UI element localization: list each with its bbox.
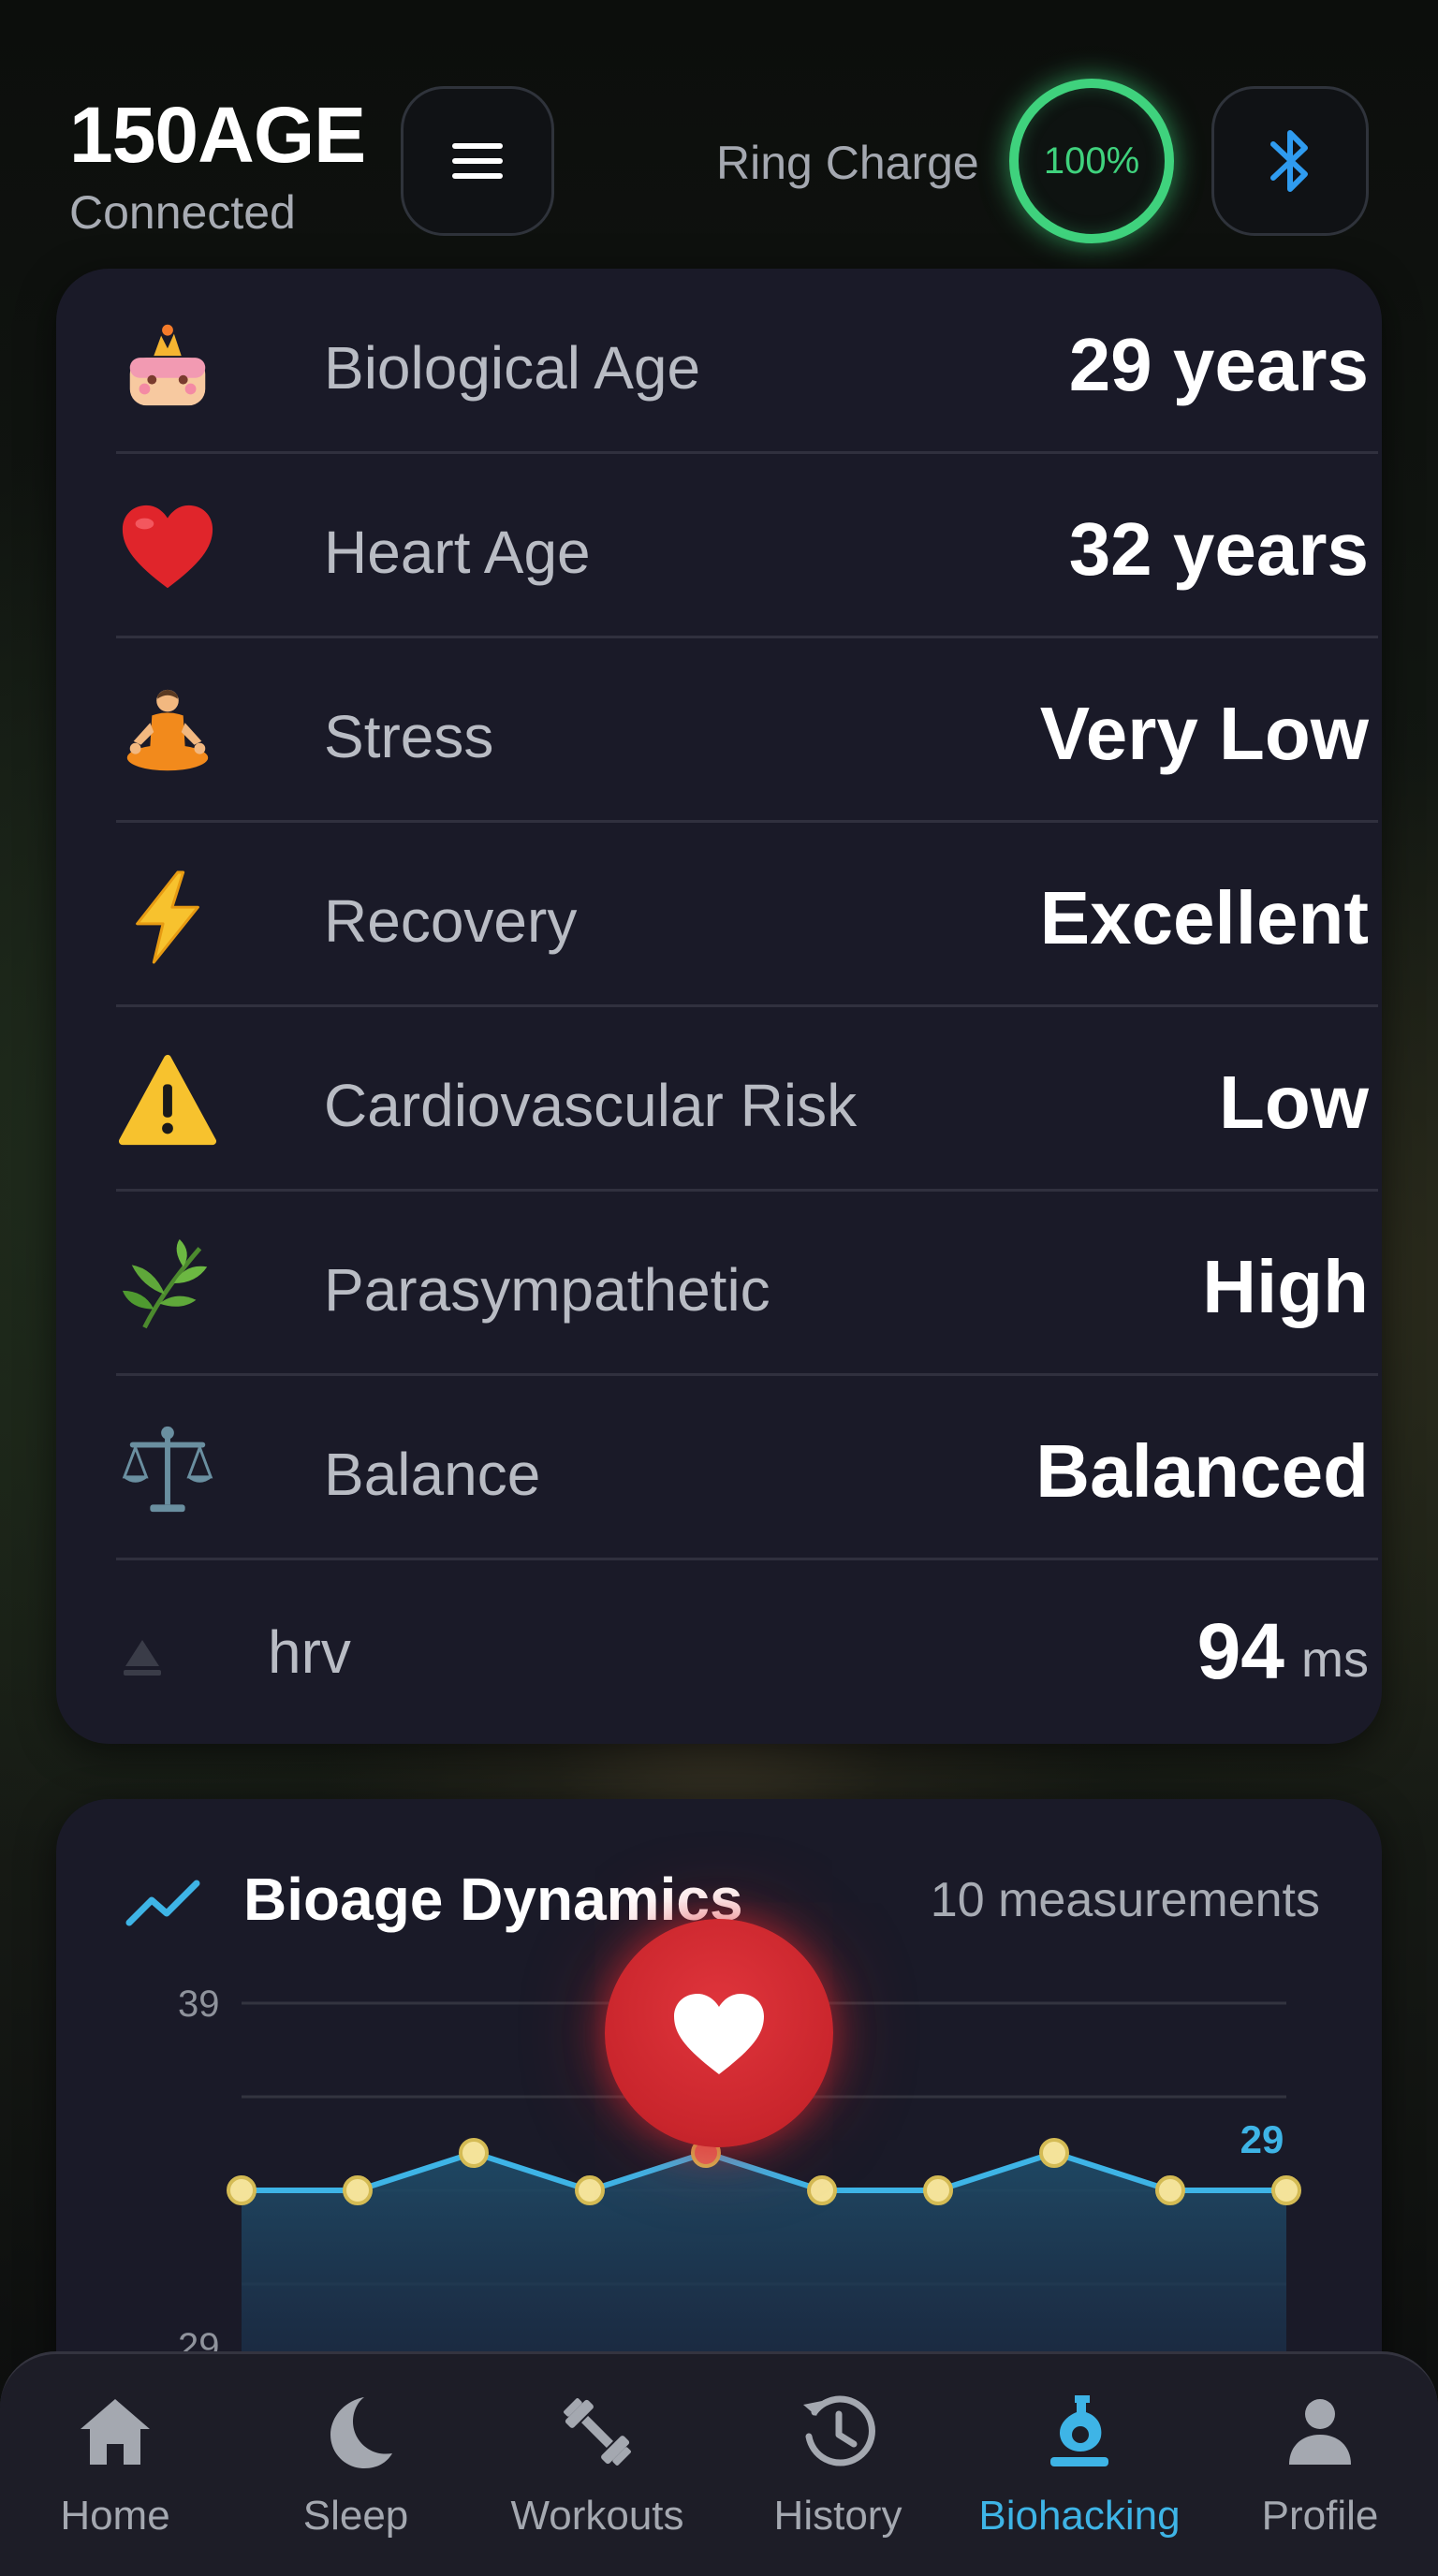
- moon-icon: [330, 2397, 392, 2468]
- bluetooth-button[interactable]: [1211, 86, 1369, 236]
- ring-charge-value: 100%: [1043, 139, 1140, 182]
- nav-label: Workouts: [510, 2493, 684, 2539]
- trend-line-icon: [125, 1880, 200, 1926]
- red-heart-icon: [116, 497, 219, 600]
- metric-value: Balanced: [1035, 1429, 1369, 1513]
- metric-value: 29 years: [1068, 323, 1369, 406]
- nav-label: Biohacking: [978, 2493, 1181, 2539]
- nav-item-profile[interactable]: Profile: [1217, 2392, 1423, 2560]
- metric-row-balance[interactable]: Balance Balanced: [116, 1376, 1378, 1560]
- data-point: [459, 2138, 489, 2168]
- history-icon: [803, 2395, 875, 2466]
- nav-item-biohacking[interactable]: Biohacking: [976, 2392, 1182, 2560]
- metric-label: Balance: [324, 1441, 541, 1508]
- metric-label: Cardiovascular Risk: [324, 1072, 858, 1139]
- hrv-value: 94: [1196, 1607, 1284, 1695]
- metric-row-heart-age[interactable]: Heart Age 32 years: [116, 454, 1378, 638]
- meditation-icon: [116, 681, 219, 784]
- metric-value: 32 years: [1068, 507, 1369, 591]
- bottom-navigation: Home Sleep Workouts History Biohacking P…: [0, 2351, 1438, 2576]
- metric-row-biological-age[interactable]: Biological Age 29 years: [116, 270, 1378, 454]
- data-point: [575, 2175, 605, 2205]
- metric-row-parasympathetic[interactable]: Parasympathetic High: [116, 1192, 1378, 1376]
- data-point: [343, 2175, 373, 2205]
- data-point: [1271, 2175, 1301, 2205]
- data-point: [923, 2175, 953, 2205]
- menu-button[interactable]: [401, 86, 554, 236]
- herb-icon: [116, 1235, 219, 1338]
- home-icon: [81, 2399, 150, 2465]
- nav-item-history[interactable]: History: [735, 2392, 941, 2560]
- nav-item-sleep[interactable]: Sleep: [253, 2392, 459, 2560]
- app-title: 150AGE: [69, 91, 366, 179]
- health-metrics-card: Biological Age 29 years Heart Age 32 yea…: [56, 269, 1382, 1744]
- nav-label: Profile: [1261, 2493, 1379, 2539]
- dumbbell-icon: [564, 2398, 631, 2466]
- metric-value: Very Low: [1039, 692, 1369, 775]
- ring-charge-label: Ring Charge: [716, 137, 979, 189]
- metric-value: Excellent: [1039, 876, 1369, 959]
- data-point: [227, 2175, 257, 2205]
- nav-item-workouts[interactable]: Workouts: [494, 2392, 700, 2560]
- lightning-icon: [116, 866, 219, 969]
- triangle-up-icon: [124, 1640, 161, 1676]
- bluetooth-icon: [1270, 130, 1308, 192]
- metric-label: Stress: [324, 703, 494, 770]
- y-tick-label: 39: [178, 1983, 220, 2025]
- nav-label: History: [773, 2493, 902, 2539]
- data-point: [1155, 2175, 1185, 2205]
- metric-row-hrv[interactable]: hrv 94 ms: [116, 1582, 1378, 1732]
- metric-label: Recovery: [324, 887, 578, 955]
- chart-title: Bioage Dynamics: [243, 1866, 743, 1933]
- data-point: [807, 2175, 837, 2205]
- nav-label: Sleep: [302, 2493, 409, 2539]
- user-icon: [1289, 2399, 1351, 2465]
- metric-value: High: [1202, 1245, 1369, 1328]
- metric-row-stress[interactable]: Stress Very Low: [116, 638, 1378, 823]
- heart-measure-button[interactable]: [605, 1919, 833, 2147]
- heart-icon: [674, 1994, 764, 2074]
- hamburger-menu-icon: [452, 143, 503, 179]
- hrv-label: hrv: [268, 1618, 351, 1686]
- birthday-cake-icon: [116, 313, 219, 416]
- nav-label: Home: [60, 2493, 170, 2539]
- metric-row-cardiovascular-risk[interactable]: Cardiovascular Risk Low: [116, 1007, 1378, 1192]
- ring-charge-indicator: 100%: [1009, 79, 1174, 243]
- hrv-unit: ms: [1301, 1632, 1369, 1688]
- measurement-count: 10 measurements: [930, 1873, 1320, 1927]
- last-value-label: 29: [1240, 2117, 1284, 2161]
- metric-row-recovery[interactable]: Recovery Excellent: [116, 823, 1378, 1007]
- metric-label: Parasympathetic: [324, 1256, 770, 1324]
- flask-icon: [1050, 2395, 1108, 2466]
- metric-label: Biological Age: [324, 334, 701, 402]
- balance-scale-icon: [116, 1419, 219, 1522]
- row-divider: [116, 1558, 1378, 1560]
- metric-value: Low: [1219, 1061, 1369, 1144]
- nav-item-home[interactable]: Home: [12, 2392, 218, 2560]
- data-point: [1039, 2138, 1069, 2168]
- connection-status: Connected: [69, 186, 296, 239]
- metric-label: Heart Age: [324, 519, 591, 586]
- warning-icon: [116, 1050, 219, 1153]
